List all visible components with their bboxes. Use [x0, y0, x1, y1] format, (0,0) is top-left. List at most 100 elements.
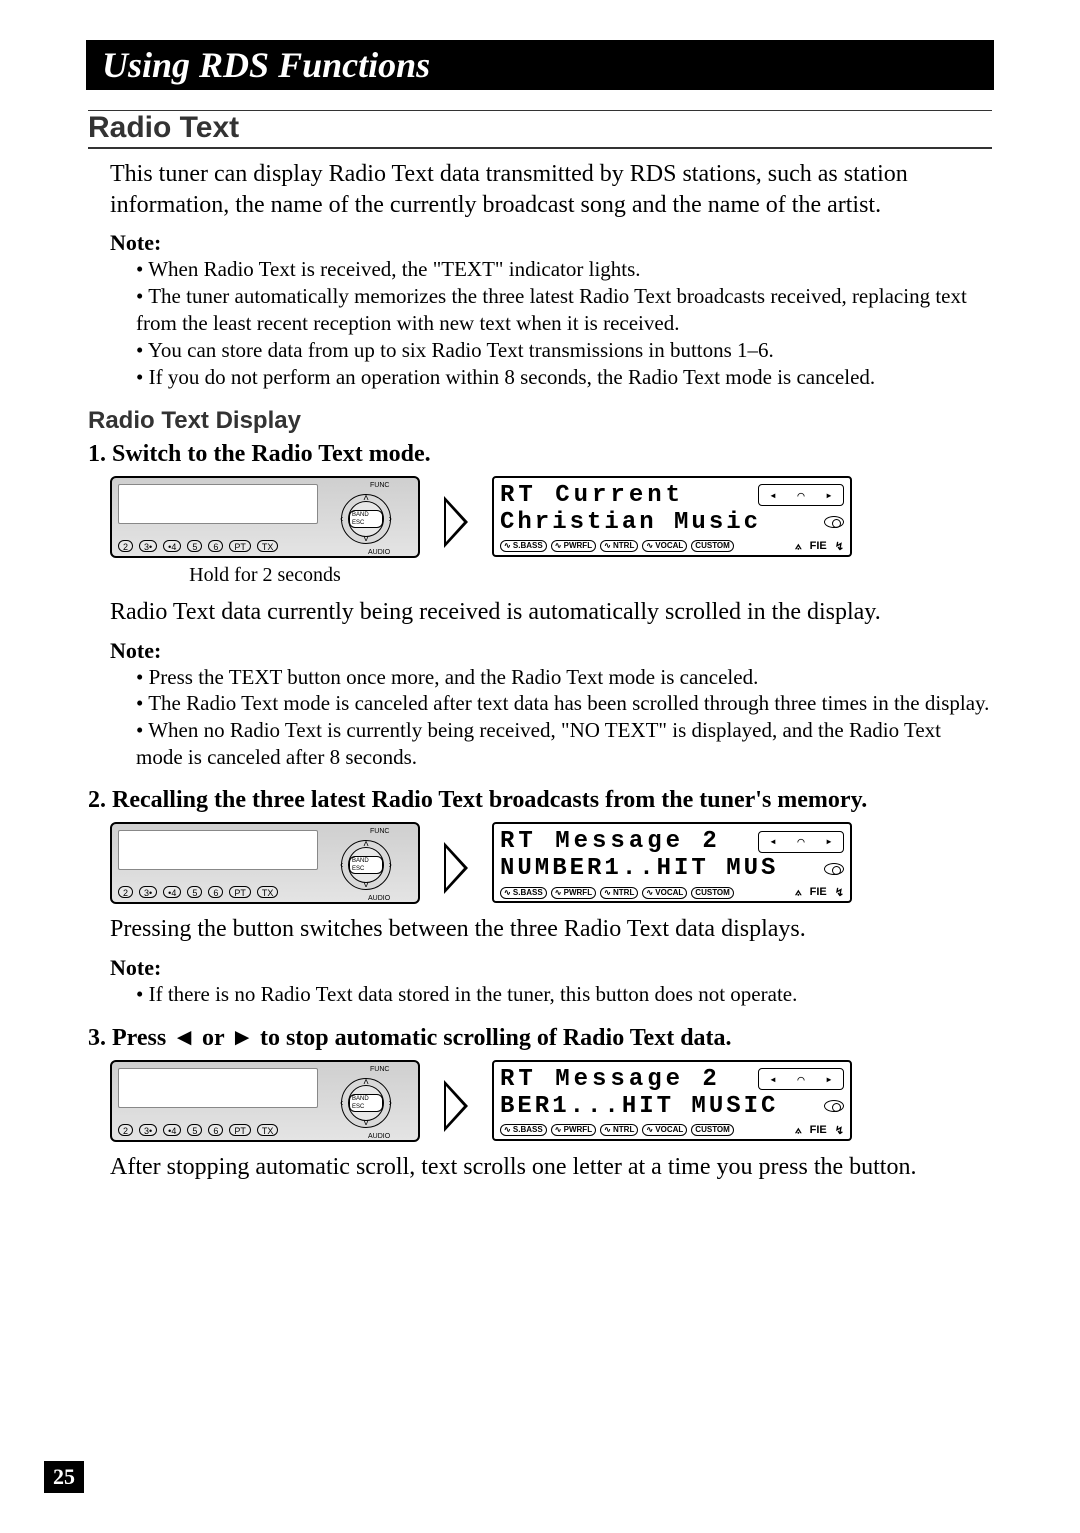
lcd-display-3: RT Message 2 ◂ ⌒ ▸ BER1...HIT MUSIC ∿ S.… — [492, 1060, 852, 1141]
radio-panel-illustration: 2 3• •4 5 6 PT TX FUNC AUDIO ˄ ˅ ‹ › BAN… — [110, 1060, 420, 1142]
knob-right-icon: › — [389, 860, 392, 871]
list-item: Press the TEXT button once more, and the… — [136, 664, 992, 691]
lcd-line-2: NUMBER1..HIT MUS — [500, 855, 778, 882]
lcd-tag: ∿ PWRFL — [551, 887, 596, 899]
step-1-title: 1. Switch to the Radio Text mode. — [88, 441, 992, 468]
knob-cluster: FUNC AUDIO ˄ ˅ ‹ › BAND ESC — [324, 482, 408, 556]
preset-button: •4 — [163, 886, 181, 898]
preset-button: 2 — [118, 886, 133, 898]
step-2-row: 2 3• •4 5 6 PT TX FUNC AUDIO ˄ ˅ ‹ › BAN… — [110, 822, 992, 904]
lcd-up-icon: ⌒ — [797, 488, 804, 503]
preset-button: 2 — [118, 540, 133, 552]
panel-button-row: 2 3• •4 5 6 PT TX — [118, 540, 278, 552]
lcd-tag: ∿ PWRFL — [551, 540, 596, 552]
radio-panel-illustration: 2 3• •4 5 6 PT TX FUNC AUDIO ˄ ˅ ‹ › BAN… — [110, 822, 420, 904]
note-list-3: If there is no Radio Text data stored in… — [136, 981, 992, 1008]
lcd-line-1: RT Current — [500, 482, 684, 509]
lcd-tag: ∿ S.BASS — [500, 540, 547, 552]
lcd-antenna-icon: ⟑ — [795, 1124, 802, 1137]
panel-button-row: 2 3• •4 5 6 PT TX — [118, 1124, 278, 1136]
lcd-line-2: BER1...HIT MUSIC — [500, 1093, 778, 1120]
lcd-tag: ∿ VOCAL — [642, 887, 687, 899]
preset-button: PT — [229, 886, 251, 898]
lcd-tag-row: ∿ S.BASS ∿ PWRFL ∿ NTRL ∿ VOCAL CUSTOM ⟑… — [500, 540, 844, 553]
lcd-tag: ∿ VOCAL — [642, 540, 687, 552]
preset-button: 6 — [208, 540, 223, 552]
lcd-tag: ∿ NTRL — [600, 887, 638, 899]
lcd-tag: ∿ S.BASS — [500, 887, 547, 899]
lcd-tag: ∿ NTRL — [600, 1124, 638, 1136]
lcd-tag: ∿ VOCAL — [642, 1124, 687, 1136]
list-item: When Radio Text is received, the "TEXT" … — [136, 256, 992, 283]
step-heading-post: to stop automatic scrolling of Radio Tex… — [254, 1025, 732, 1051]
knob-cluster: FUNC AUDIO ˄ ˅ ‹ › BAND ESC — [324, 1066, 408, 1140]
audio-label: AUDIO — [368, 1133, 390, 1140]
lcd-up-icon: ⌒ — [797, 834, 804, 849]
lcd-fie-label: FIE — [810, 540, 827, 553]
lcd-nav-icon: ◂ ⌒ ▸ — [758, 831, 844, 853]
step-2-title: 2. Recalling the three latest Radio Text… — [88, 787, 992, 814]
preset-button: TX — [257, 886, 279, 898]
lcd-right-icon: ▸ — [825, 834, 832, 849]
lcd-wave-icon: ↯ — [835, 540, 844, 553]
lcd-line-1: RT Message 2 — [500, 1066, 721, 1093]
lcd-tag-row: ∿ S.BASS ∿ PWRFL ∿ NTRL ∿ VOCAL CUSTOM ⟑… — [500, 1124, 844, 1137]
lcd-nav-icon: ◂ ⌒ ▸ — [758, 1068, 844, 1090]
step-heading: Switch to the Radio Text mode. — [112, 441, 431, 467]
lcd-wave-icon: ↯ — [835, 1124, 844, 1137]
step-number: 1. — [88, 441, 106, 467]
lcd-display-2: RT Message 2 ◂ ⌒ ▸ NUMBER1..HIT MUS ∿ S.… — [492, 822, 852, 903]
section-title: Radio Text — [88, 110, 992, 149]
knob-mid: BAND ESC — [348, 501, 384, 537]
list-item: If there is no Radio Text data stored in… — [136, 981, 992, 1008]
cd-icon — [824, 863, 844, 875]
lcd-left-icon: ◂ — [769, 834, 776, 849]
knob-outer: ˄ ˅ ‹ › BAND ESC — [341, 1078, 391, 1128]
knob-cluster: FUNC AUDIO ˄ ˅ ‹ › BAND ESC — [324, 828, 408, 902]
preset-button: •4 — [163, 1124, 181, 1136]
list-item: The Radio Text mode is canceled after te… — [136, 690, 992, 717]
step-3-row: 2 3• •4 5 6 PT TX FUNC AUDIO ˄ ˅ ‹ › BAN… — [110, 1060, 992, 1142]
preset-button: 2 — [118, 1124, 133, 1136]
audio-label: AUDIO — [368, 895, 390, 902]
panel-screen — [118, 830, 318, 870]
list-item: If you do not perform an operation withi… — [136, 364, 992, 391]
step-number: 2. — [88, 787, 106, 813]
preset-button: 5 — [187, 540, 202, 552]
step-3-body: After stopping automatic scroll, text sc… — [110, 1152, 992, 1183]
left-arrow-icon: ◄ — [172, 1024, 196, 1051]
lcd-antenna-icon: ⟑ — [795, 886, 802, 899]
lcd-nav-icon: ◂ ⌒ ▸ — [758, 484, 844, 506]
lcd-fie-label: FIE — [810, 886, 827, 899]
chapter-title: Using RDS Functions — [102, 44, 978, 86]
list-item: The tuner automatically memorizes the th… — [136, 283, 992, 337]
lcd-left-icon: ◂ — [769, 1072, 776, 1087]
func-label: FUNC — [370, 1066, 389, 1073]
lcd-up-icon: ⌒ — [797, 1072, 804, 1087]
preset-button: PT — [229, 540, 251, 552]
step-heading-pre: Press — [112, 1025, 172, 1051]
preset-button: 5 — [187, 1124, 202, 1136]
note-label-3: Note: — [110, 955, 992, 981]
step-1-row: 2 3• •4 5 6 PT TX FUNC AUDIO ˄ ˅ ‹ › BAN… — [110, 476, 992, 558]
note-list-1: When Radio Text is received, the "TEXT" … — [136, 256, 992, 390]
right-arrow-icon: ► — [230, 1024, 254, 1051]
preset-button: •4 — [163, 540, 181, 552]
intro-paragraph: This tuner can display Radio Text data t… — [110, 159, 992, 220]
band-button-label: BAND ESC — [349, 856, 383, 874]
arrow-icon — [444, 1080, 468, 1132]
preset-button: 6 — [208, 1124, 223, 1136]
cd-icon — [824, 1100, 844, 1112]
lcd-line-2: Christian Music — [500, 509, 761, 536]
preset-button: TX — [257, 540, 279, 552]
lcd-tag: ∿ NTRL — [600, 540, 638, 552]
lcd-line-1: RT Message 2 — [500, 828, 721, 855]
lcd-display-1: RT Current ◂ ⌒ ▸ Christian Music ∿ S.BAS… — [492, 476, 852, 557]
lcd-right-icon: ▸ — [825, 488, 832, 503]
knob-left-icon: ‹ — [340, 513, 343, 524]
lcd-antenna-icon: ⟑ — [795, 540, 802, 553]
knob-outer: ˄ ˅ ‹ › BAND ESC — [341, 840, 391, 890]
knob-left-icon: ‹ — [340, 860, 343, 871]
func-label: FUNC — [370, 482, 389, 489]
knob-right-icon: › — [389, 513, 392, 524]
